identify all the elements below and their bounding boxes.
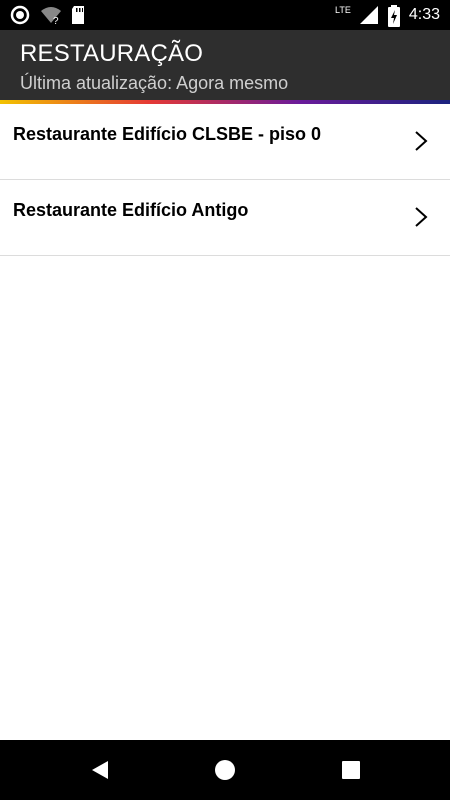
status-time: 4:33 — [408, 6, 440, 23]
restaurant-list: Restaurante Edifício CLSBE - piso 0 Rest… — [0, 104, 450, 256]
battery-charging-icon — [387, 5, 401, 27]
recents-icon[interactable] — [339, 758, 363, 782]
list-item-restaurant-clsbe[interactable]: Restaurante Edifício CLSBE - piso 0 — [0, 104, 450, 180]
chevron-right-icon — [414, 130, 428, 152]
network-type-label: LTE — [335, 5, 351, 15]
home-icon[interactable] — [213, 758, 237, 782]
record-icon — [10, 5, 30, 25]
status-right-icons: LTE 4:33 — [335, 5, 440, 27]
list-item-restaurant-antigo[interactable]: Restaurante Edifício Antigo — [0, 180, 450, 256]
back-icon[interactable] — [88, 758, 112, 782]
list-item-label: Restaurante Edifício CLSBE - piso 0 — [13, 124, 322, 144]
chevron-right-icon — [414, 206, 428, 228]
cell-signal-icon — [359, 5, 379, 25]
system-nav-bar — [0, 740, 450, 800]
app-bar: RESTAURAÇÃO Última atualização: Agora me… — [0, 30, 450, 100]
svg-text:?: ? — [53, 16, 59, 25]
sd-card-icon — [70, 5, 90, 25]
wifi-unknown-icon: ? — [40, 5, 61, 27]
page-title: RESTAURAÇÃO — [20, 40, 204, 67]
status-left-icons: ? — [10, 5, 90, 27]
list-item-label: Restaurante Edifício Antigo — [13, 200, 249, 220]
status-bar: ? LTE 4:33 — [0, 0, 450, 30]
last-update-subtitle: Última atualização: Agora mesmo — [20, 73, 289, 93]
